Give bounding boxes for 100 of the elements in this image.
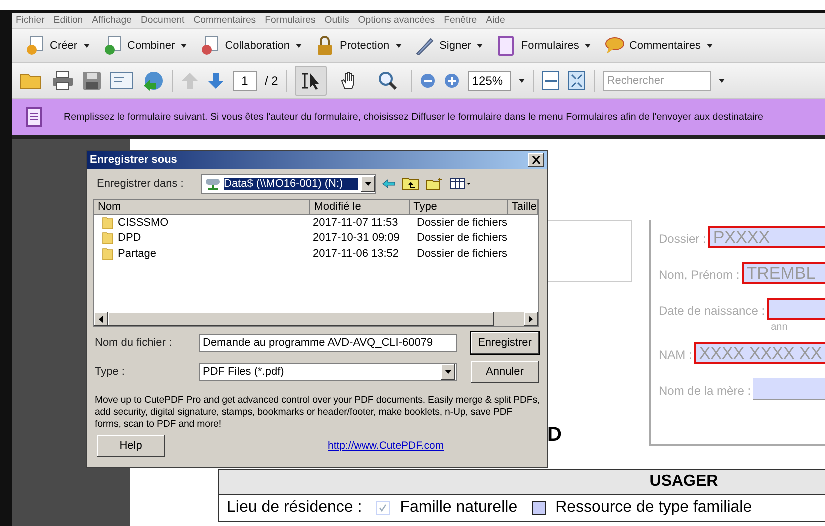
checkbox-label: Ressource de type familiale xyxy=(556,499,752,517)
menu-item[interactable]: Aide xyxy=(486,15,506,26)
column-header[interactable]: Taille xyxy=(508,200,538,214)
field-label: Nom de la mère : xyxy=(659,384,752,398)
dropdown-arrow-icon xyxy=(364,182,372,186)
section-heading: D xyxy=(548,424,562,447)
right-arrow-icon xyxy=(529,316,533,322)
checkbox[interactable] xyxy=(532,501,546,515)
file-name: CISSSMO xyxy=(118,216,169,229)
up-folder-icon[interactable] xyxy=(402,177,420,191)
back-arrow-icon[interactable] xyxy=(382,179,396,189)
menu-item[interactable]: Formulaires xyxy=(265,15,316,26)
website-link[interactable]: http://www.CutePDF.com xyxy=(328,440,444,452)
menu-item[interactable]: Outils xyxy=(324,15,350,26)
menu-item[interactable]: Fenêtre xyxy=(444,15,478,26)
caret-icon[interactable] xyxy=(719,78,726,82)
print-icon[interactable] xyxy=(52,70,74,90)
column-header[interactable]: Nom xyxy=(94,200,310,214)
menu-item[interactable]: Edition xyxy=(54,15,84,26)
cancel-button[interactable]: Annuler xyxy=(471,360,539,382)
field-label: Date de naissance : xyxy=(659,304,766,318)
save-button[interactable]: Enregistrer xyxy=(471,332,539,354)
page-number-field[interactable]: 1 xyxy=(233,70,257,90)
dropdown-arrow-icon xyxy=(444,370,452,374)
close-icon xyxy=(532,156,540,164)
file-name: Partage xyxy=(118,248,157,260)
save-icon[interactable] xyxy=(82,70,102,90)
field-label: Nom, Prénom : xyxy=(659,268,740,282)
filename-field[interactable]: Demande au programme AVD-AVQ_CLI-60079 xyxy=(199,334,457,352)
folder-icon xyxy=(102,216,114,230)
task-icon xyxy=(603,34,626,56)
task-button[interactable]: Créer xyxy=(20,34,94,56)
network-drive-icon xyxy=(205,177,221,191)
checkmark-icon xyxy=(377,502,390,514)
task-icon xyxy=(24,34,46,56)
column-header[interactable]: Type xyxy=(410,200,508,214)
task-button[interactable]: Formulaires xyxy=(491,34,596,56)
close-button[interactable] xyxy=(528,153,544,167)
left-arrow-icon xyxy=(99,316,103,322)
folder-row[interactable]: CISSSMO 2017-11-07 11:53 Dossier de fichiers xyxy=(94,215,538,230)
globe-icon[interactable] xyxy=(142,70,164,92)
filename-label: Nom du fichier : xyxy=(95,336,174,348)
menu-item[interactable]: Commentaires xyxy=(194,15,256,26)
caret-icon xyxy=(477,44,484,48)
caret-icon xyxy=(396,44,402,48)
page-count: / 2 xyxy=(265,74,278,88)
fit-width-icon[interactable] xyxy=(542,70,560,90)
form-icon xyxy=(26,107,42,127)
task-button[interactable]: Signer xyxy=(410,34,488,56)
caret-icon xyxy=(181,44,188,48)
menu-item[interactable]: Affichage xyxy=(92,15,132,26)
task-icon xyxy=(199,34,222,56)
modified-cell-text: 2017-11-06 13:52 xyxy=(313,248,400,260)
caret-icon xyxy=(706,44,713,48)
task-button[interactable]: Combiner xyxy=(98,34,192,56)
save-in-label: Enregistrer dans : xyxy=(97,178,185,190)
menu-item[interactable]: Fichier xyxy=(16,15,45,26)
search-field[interactable]: Rechercher xyxy=(603,70,712,90)
help-button[interactable]: Help xyxy=(97,435,165,457)
type-dropdown[interactable]: PDF Files (*.pdf) xyxy=(199,362,457,380)
caret-icon[interactable] xyxy=(519,78,526,82)
caret-icon xyxy=(84,44,90,48)
type-cell-text: Dossier de fichiers xyxy=(416,232,508,244)
zoom-out-icon[interactable] xyxy=(420,72,436,88)
zoom-in-icon[interactable] xyxy=(444,72,460,88)
magnifier-icon xyxy=(377,70,400,90)
select-tool-button[interactable] xyxy=(295,66,328,96)
folder-row[interactable]: DPD 2017-10-31 09:09 Dossier de fichiers xyxy=(94,230,538,246)
task-button[interactable]: Commentaires xyxy=(599,34,717,56)
fit-page-icon[interactable] xyxy=(568,70,586,90)
field-label: NAM : xyxy=(659,348,692,362)
table-heading: USAGER xyxy=(650,473,718,490)
down-arrow-icon[interactable] xyxy=(207,72,225,90)
type-cell-text: Dossier de fichiers xyxy=(416,216,508,229)
folder-row[interactable]: Partage 2017-11-06 13:52 Dossier de fichiers xyxy=(94,246,538,262)
menu-item[interactable]: Options avancées xyxy=(358,15,436,26)
field-label: Dossier : xyxy=(659,232,706,246)
modified-cell-text: 2017-10-31 09:09 xyxy=(313,232,401,244)
email-icon[interactable] xyxy=(110,72,134,90)
checkbox-label: Famille naturelle xyxy=(400,499,518,517)
modified-cell-text: 2017-11-07 11:53 xyxy=(313,216,400,229)
task-button[interactable]: Protection xyxy=(310,34,406,56)
file-name: DPD xyxy=(118,232,142,244)
column-header[interactable]: Modifié le xyxy=(310,200,410,214)
menu-item[interactable]: Document xyxy=(140,15,185,26)
promo-text: Move up to CutePDF Pro and get advanced control over your PDF documents. Easily merge & split PDFs, add security, digital signature, stamps, bookmarks or header/footer, make booklets, n-Up, save PDF forms, scan to PDF and more! xyxy=(95,395,541,431)
caret-icon xyxy=(296,44,302,48)
zoom-field[interactable]: 125% xyxy=(468,70,512,90)
caret-icon xyxy=(585,44,592,48)
horizontal-scrollbar[interactable] xyxy=(94,312,538,326)
dialog-title: Enregistrer sous xyxy=(90,154,178,166)
location-dropdown[interactable]: Data$ (\\MO16-001) (N:) xyxy=(201,174,376,194)
field-hint: ann xyxy=(771,322,788,333)
type-label: Type : xyxy=(95,366,126,378)
type-cell-text: Dossier de fichiers xyxy=(416,248,508,260)
new-folder-icon[interactable] xyxy=(426,177,444,191)
notice-text: Remplissez le formulaire suivant. Si vous êtes l'auteur du formulaire, choisissez Diffuser le formulaire dans le menu Formulaires afin de l'envoyer aux destinataire xyxy=(64,112,764,122)
view-menu-icon[interactable] xyxy=(450,178,472,190)
folder-icon xyxy=(102,231,114,246)
task-button[interactable]: Collaboration xyxy=(195,34,306,56)
